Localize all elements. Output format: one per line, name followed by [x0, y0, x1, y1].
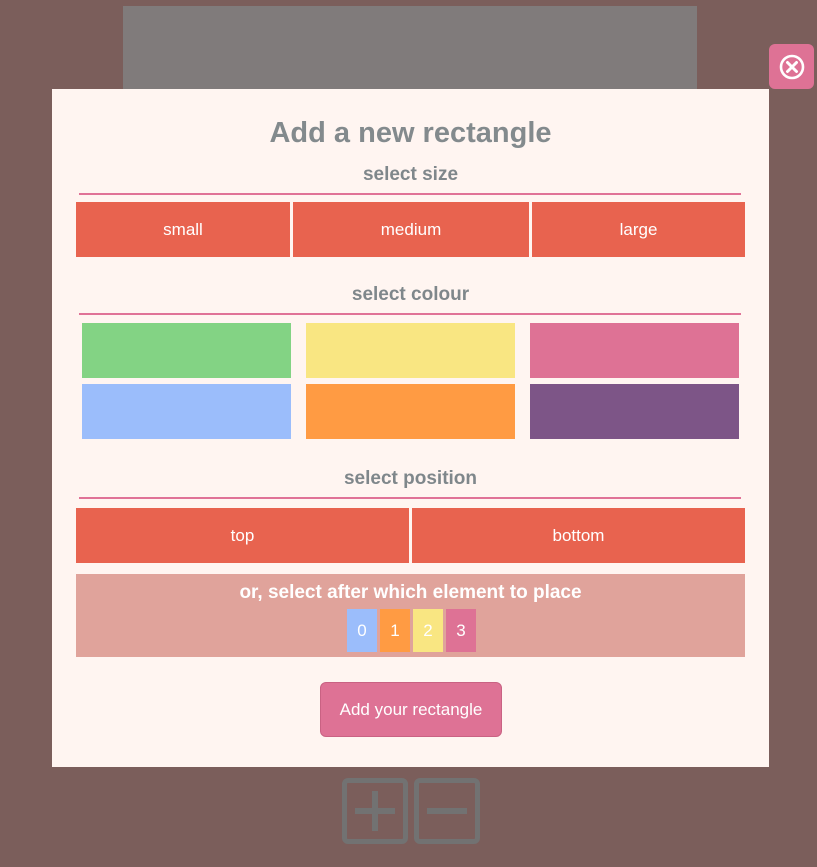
- size-small-button[interactable]: small: [76, 202, 290, 257]
- add-element-button[interactable]: [342, 778, 408, 844]
- size-medium-button[interactable]: medium: [293, 202, 529, 257]
- colour-swatch-blue[interactable]: [82, 384, 291, 439]
- close-circle-icon: [779, 54, 804, 79]
- add-rectangle-dialog: Add a new rectangle select size small me…: [52, 89, 769, 767]
- colour-swatch-pink[interactable]: [530, 323, 739, 378]
- colour-swatch-orange[interactable]: [306, 384, 515, 439]
- add-rectangle-button[interactable]: Add your rectangle: [320, 682, 502, 737]
- position-top-button[interactable]: top: [76, 508, 409, 563]
- element-0-button[interactable]: 0: [347, 609, 377, 652]
- place-after-label: or, select after which element to place: [239, 582, 582, 603]
- remove-element-button[interactable]: [414, 778, 480, 844]
- position-section-label: select position: [343, 468, 478, 489]
- size-large-button[interactable]: large: [532, 202, 745, 257]
- colour-swatch-green[interactable]: [82, 323, 291, 378]
- dialog-title: Add a new rectangle: [269, 117, 552, 149]
- position-divider: [79, 497, 741, 499]
- place-after-section: or, select after which element to place …: [76, 574, 745, 657]
- colour-divider: [79, 313, 741, 315]
- size-divider: [79, 193, 741, 195]
- colour-swatch-yellow[interactable]: [306, 323, 515, 378]
- close-button[interactable]: [769, 44, 814, 89]
- size-section-label: select size: [362, 164, 459, 185]
- colour-section-label: select colour: [351, 284, 470, 305]
- element-3-button[interactable]: 3: [446, 609, 476, 652]
- colour-swatch-purple[interactable]: [530, 384, 739, 439]
- position-bottom-button[interactable]: bottom: [412, 508, 745, 563]
- element-2-button[interactable]: 2: [413, 609, 443, 652]
- background-rectangle: [123, 6, 697, 96]
- element-1-button[interactable]: 1: [380, 609, 410, 652]
